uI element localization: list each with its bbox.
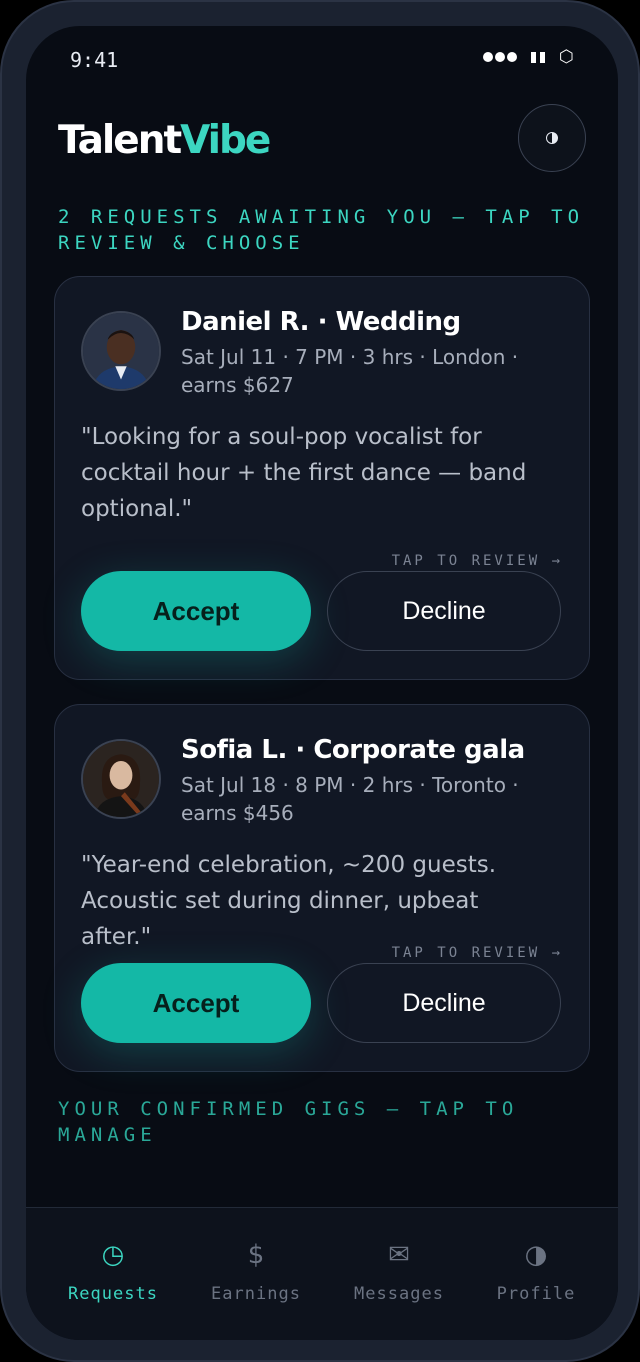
signal-icon bbox=[483, 52, 517, 62]
request-meta: Sat Jul 11 · 7 PM · 3 hrs · London · ear… bbox=[181, 345, 519, 397]
nav-label: Earnings bbox=[211, 1284, 301, 1304]
status-icons: ⬡ bbox=[483, 47, 574, 67]
tap-to-review-hint[interactable]: TAP TO REVIEW → bbox=[392, 945, 563, 961]
nav-item-messages[interactable]: ✉ Messages bbox=[329, 1208, 469, 1340]
app-logo: TalentVibe bbox=[58, 118, 271, 163]
nav-label: Profile bbox=[496, 1284, 576, 1304]
phone-frame: 9:41 ⬡ TalentVibe 2 REQUESTS AWAITING YO… bbox=[0, 0, 640, 1362]
accept-button[interactable]: Accept bbox=[81, 963, 311, 1043]
status-bar: 9:41 ⬡ bbox=[26, 26, 618, 96]
nav-item-earnings[interactable]: $ Earnings bbox=[186, 1208, 326, 1340]
request-title: Daniel R. · Wedding bbox=[181, 307, 461, 337]
nav-item-requests[interactable]: ◷ Requests bbox=[43, 1208, 183, 1340]
avatar bbox=[81, 739, 161, 819]
nav-item-profile[interactable]: ◑ Profile bbox=[466, 1208, 606, 1340]
accept-button[interactable]: Accept bbox=[81, 571, 311, 651]
clock-icon: ◷ bbox=[101, 1240, 125, 1270]
dollar-icon: $ bbox=[247, 1240, 265, 1270]
request-quote: "Year-end celebration, ~200 guests. Acou… bbox=[81, 852, 497, 950]
status-time: 9:41 bbox=[70, 48, 119, 72]
decline-button[interactable]: Decline bbox=[327, 571, 561, 651]
requests-heading: 2 REQUESTS AWAITING YOU — TAP TO REVIEW … bbox=[58, 206, 585, 254]
nav-label: Requests bbox=[68, 1284, 158, 1304]
request-card[interactable]: Sofia L. · Corporate gala Sat Jul 18 · 8… bbox=[54, 704, 590, 1072]
request-meta: Sat Jul 18 · 8 PM · 2 hrs · Toronto · ea… bbox=[181, 773, 519, 825]
theme-toggle-button[interactable] bbox=[518, 104, 586, 172]
tap-to-review-hint[interactable]: TAP TO REVIEW → bbox=[392, 553, 563, 569]
envelope-icon: ✉ bbox=[388, 1240, 410, 1270]
logo-text-accent: Vibe bbox=[180, 118, 271, 163]
battery-icon: ⬡ bbox=[559, 47, 574, 67]
wifi-icon bbox=[531, 51, 545, 63]
logo-text-primary: Talent bbox=[58, 118, 182, 163]
confirmed-gigs-heading: YOUR CONFIRMED GIGS — TAP TO MANAGE bbox=[58, 1098, 519, 1146]
bottom-nav: ◷ Requests $ Earnings ✉ Messages ◑ Profi… bbox=[26, 1207, 618, 1340]
contrast-icon bbox=[546, 132, 558, 144]
avatar bbox=[81, 311, 161, 391]
request-card[interactable]: Daniel R. · Wedding Sat Jul 11 · 7 PM · … bbox=[54, 276, 590, 680]
nav-label: Messages bbox=[354, 1284, 444, 1304]
request-quote: "Looking for a soul-pop vocalist for coc… bbox=[81, 424, 527, 522]
screen: 9:41 ⬡ TalentVibe 2 REQUESTS AWAITING YO… bbox=[26, 26, 618, 1340]
request-title: Sofia L. · Corporate gala bbox=[181, 735, 525, 765]
half-circle-icon: ◑ bbox=[524, 1240, 548, 1270]
decline-button[interactable]: Decline bbox=[327, 963, 561, 1043]
